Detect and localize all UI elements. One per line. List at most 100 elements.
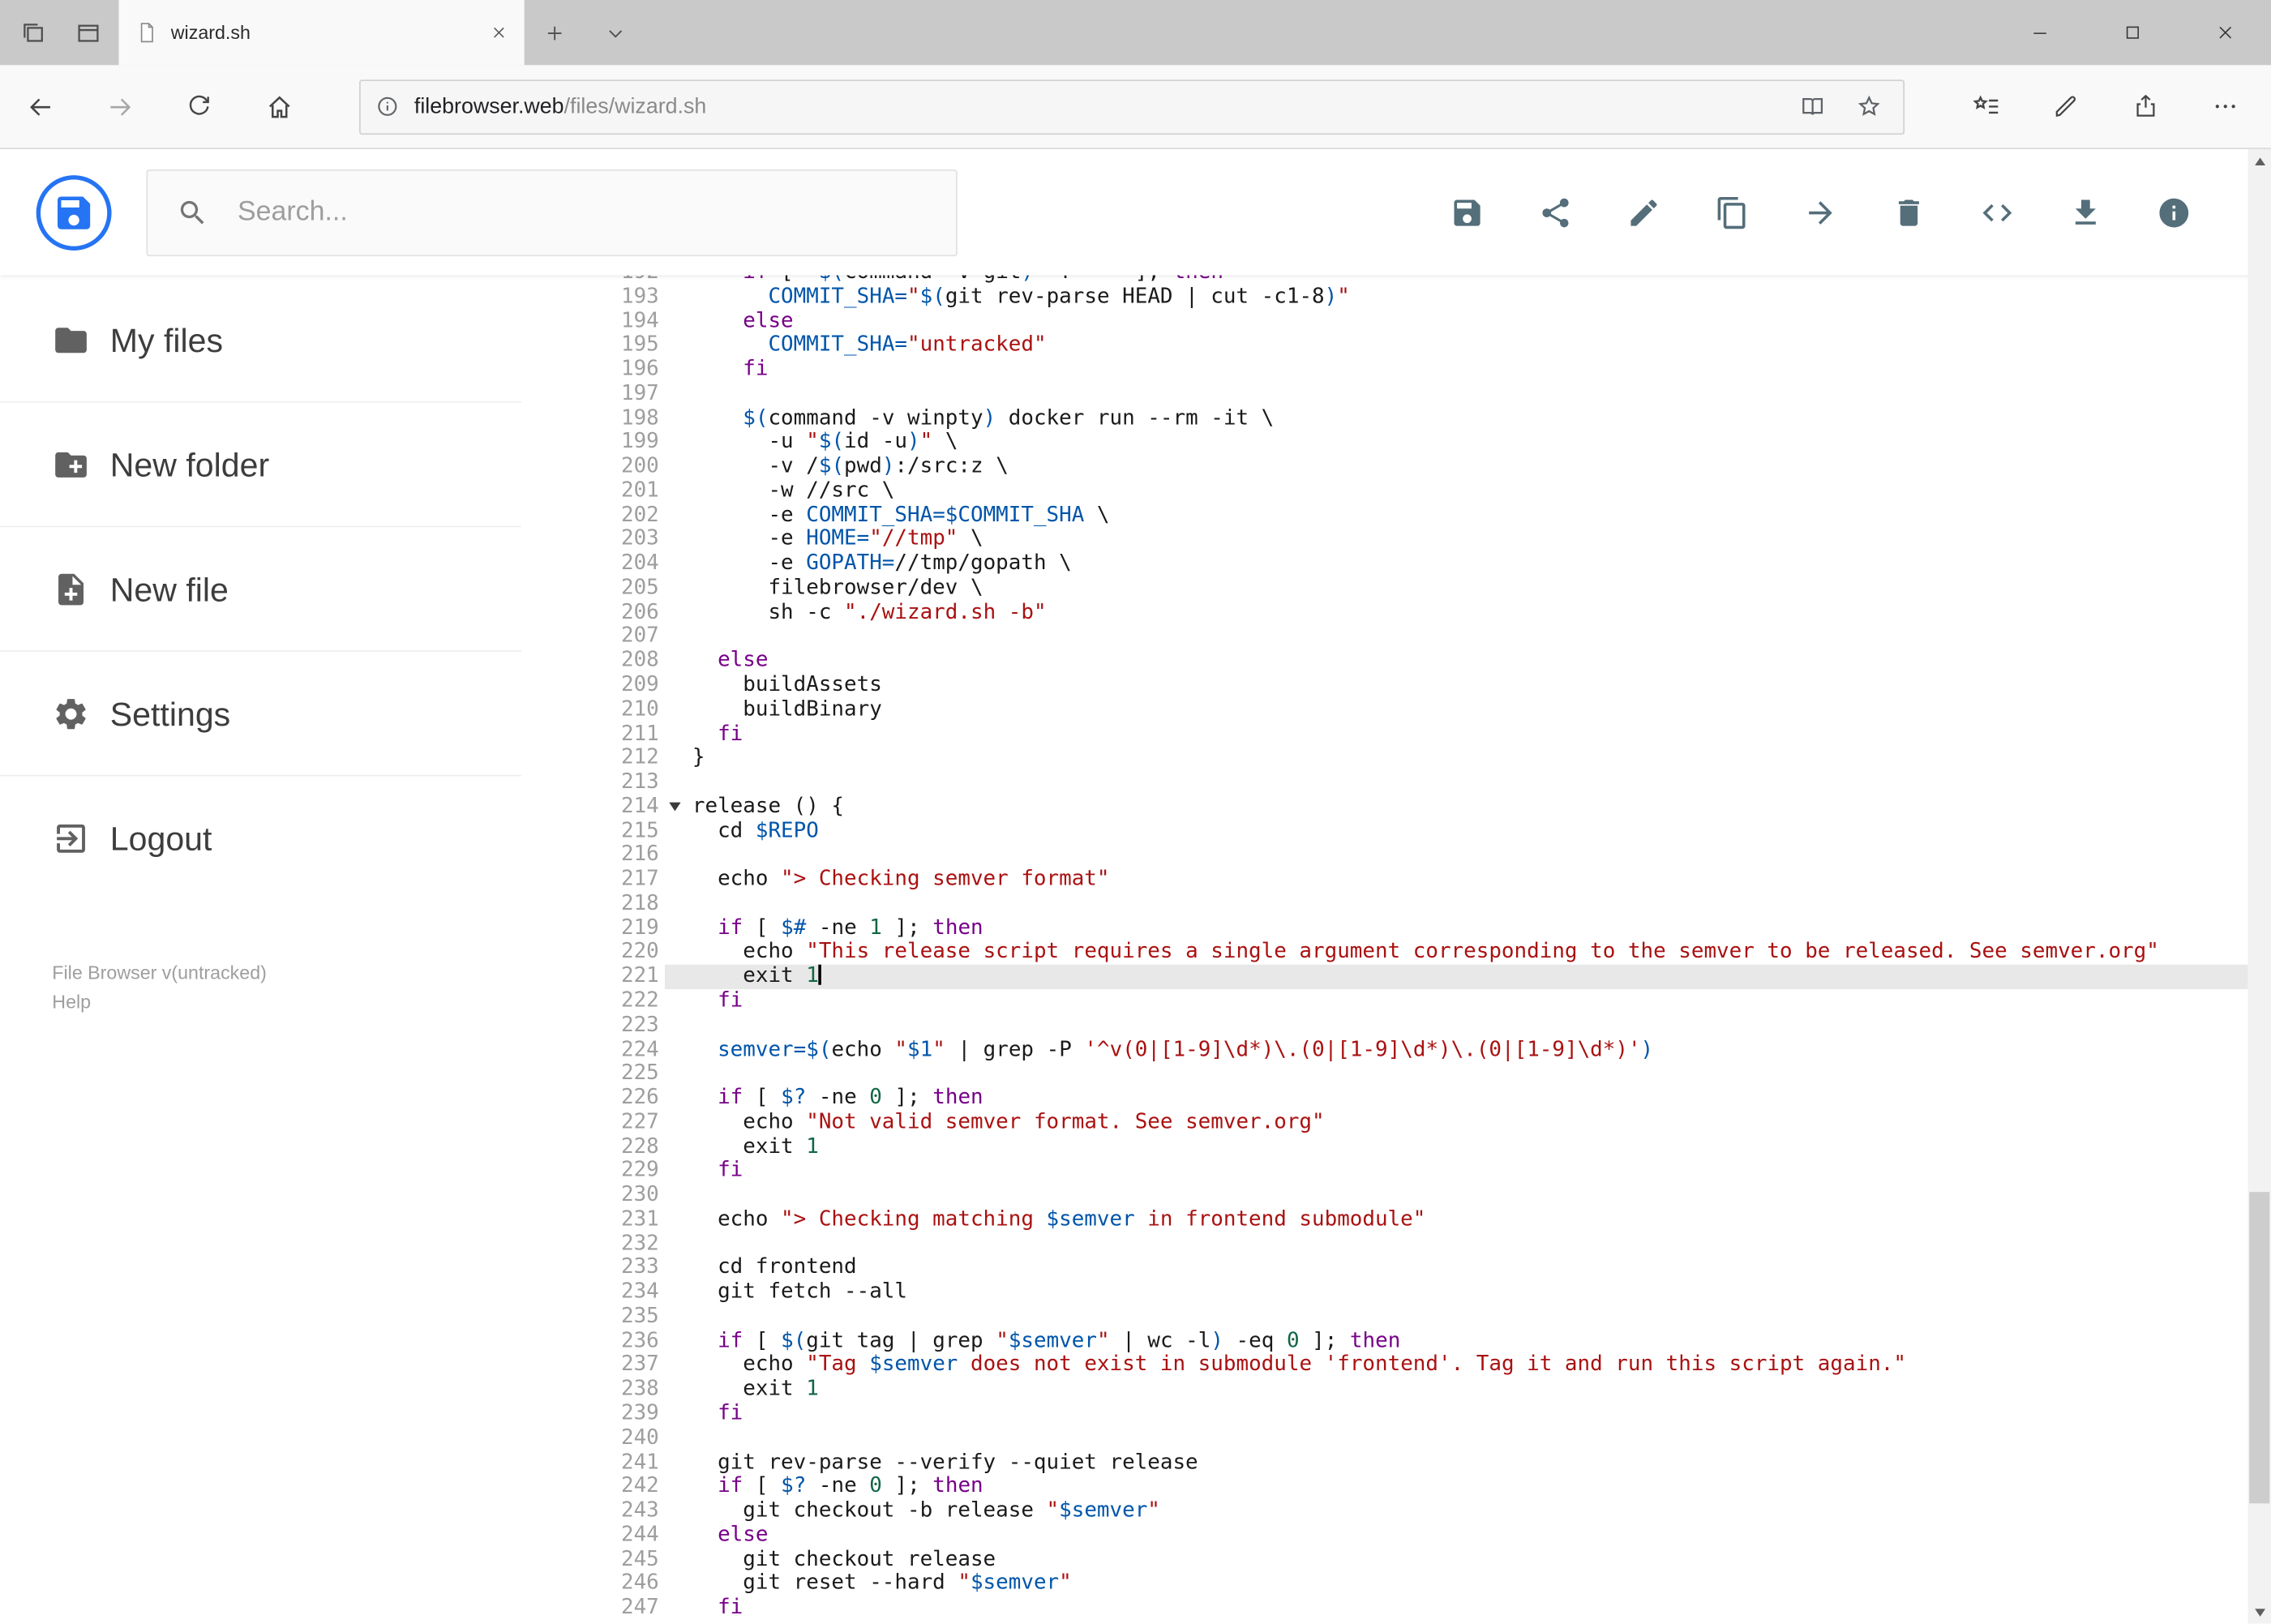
code-line-214[interactable]: 214 release () { bbox=[585, 795, 2248, 819]
code-line-220[interactable]: 220 echo "This release script requires a… bbox=[585, 941, 2248, 965]
code-line-232[interactable]: 232 bbox=[585, 1232, 2248, 1257]
code-line-196[interactable]: 196 fi bbox=[585, 358, 2248, 382]
code-line-225[interactable]: 225 bbox=[585, 1062, 2248, 1086]
refresh-button[interactable] bbox=[159, 65, 238, 148]
code-line-239[interactable]: 239 fi bbox=[585, 1402, 2248, 1426]
code-line-211[interactable]: 211 fi bbox=[585, 722, 2248, 747]
sidebar-item-my-files[interactable]: My files bbox=[0, 278, 585, 403]
code-line-194[interactable]: 194 else bbox=[585, 309, 2248, 333]
web-note-pen-icon[interactable] bbox=[2026, 65, 2106, 148]
tab-close-icon[interactable] bbox=[491, 24, 508, 41]
code-line-228[interactable]: 228 exit 1 bbox=[585, 1135, 2248, 1159]
code-line-237[interactable]: 237 echo "Tag $semver does not exist in … bbox=[585, 1353, 2248, 1378]
info-button[interactable] bbox=[2157, 195, 2192, 229]
code-line-201[interactable]: 201 -w //src \ bbox=[585, 479, 2248, 503]
code-line-222[interactable]: 222 fi bbox=[585, 989, 2248, 1013]
help-link[interactable]: Help bbox=[52, 988, 585, 1017]
site-info-icon[interactable] bbox=[375, 94, 400, 118]
edit-button[interactable] bbox=[1626, 195, 1661, 229]
code-line-229[interactable]: 229 fi bbox=[585, 1159, 2248, 1184]
code-line-208[interactable]: 208 else bbox=[585, 649, 2248, 674]
search-input[interactable] bbox=[237, 196, 928, 229]
code-line-192[interactable]: 192 if [ "$(command -v git)" != "" ]; th… bbox=[585, 275, 2248, 285]
vertical-scrollbar[interactable] bbox=[2247, 148, 2271, 1624]
code-line-234[interactable]: 234 git fetch --all bbox=[585, 1280, 2248, 1305]
code-line-198[interactable]: 198 $(command -v winpty) docker run --rm… bbox=[585, 406, 2248, 431]
sidebar-item-new-folder[interactable]: New folder bbox=[0, 403, 585, 528]
delete-button[interactable] bbox=[1892, 195, 1926, 229]
code-button[interactable] bbox=[1980, 195, 2015, 229]
sidebar-item-logout[interactable]: Logout bbox=[0, 776, 585, 901]
code-line-200[interactable]: 200 -v /$(pwd):/src:z \ bbox=[585, 455, 2248, 479]
sidebar-item-new-file[interactable]: New file bbox=[0, 527, 585, 652]
code-line-247[interactable]: 247 fi bbox=[585, 1596, 2248, 1621]
code-line-207[interactable]: 207 bbox=[585, 625, 2248, 649]
code-line-242[interactable]: 242 if [ $? -ne 0 ]; then bbox=[585, 1475, 2248, 1499]
code-line-215[interactable]: 215 cd $REPO bbox=[585, 819, 2248, 843]
share-button[interactable] bbox=[1538, 195, 1573, 229]
code-line-238[interactable]: 238 exit 1 bbox=[585, 1378, 2248, 1402]
reading-view-icon[interactable] bbox=[1799, 92, 1827, 120]
code-line-219[interactable]: 219 if [ $# -ne 1 ]; then bbox=[585, 916, 2248, 941]
code-line-230[interactable]: 230 bbox=[585, 1184, 2248, 1208]
code-line-240[interactable]: 240 bbox=[585, 1426, 2248, 1450]
code-line-233[interactable]: 233 cd frontend bbox=[585, 1256, 2248, 1280]
code-line-224[interactable]: 224 semver=$(echo "$1" | grep -P '^v(0|[… bbox=[585, 1038, 2248, 1062]
code-line-218[interactable]: 218 bbox=[585, 892, 2248, 916]
code-line-231[interactable]: 231 echo "> Checking matching $semver in… bbox=[585, 1208, 2248, 1232]
minimize-button[interactable] bbox=[1993, 0, 2085, 65]
filebrowser-logo[interactable] bbox=[36, 174, 112, 251]
code-line-202[interactable]: 202 -e COMMIT_SHA=$COMMIT_SHA \ bbox=[585, 503, 2248, 528]
code-line-205[interactable]: 205 filebrowser/dev \ bbox=[585, 576, 2248, 601]
scroll-up-icon[interactable] bbox=[2247, 149, 2271, 173]
tabs-dropdown-icon[interactable] bbox=[585, 0, 646, 65]
code-line-199[interactable]: 199 -u "$(id -u)" \ bbox=[585, 431, 2248, 455]
code-editor[interactable]: 192 if [ "$(command -v git)" != "" ]; th… bbox=[585, 275, 2248, 1623]
tabs-set-aside-icon[interactable] bbox=[20, 19, 46, 45]
code-line-210[interactable]: 210 buildBinary bbox=[585, 698, 2248, 722]
code-line-195[interactable]: 195 COMMIT_SHA="untracked" bbox=[585, 333, 2248, 358]
code-line-216[interactable]: 216 bbox=[585, 843, 2248, 868]
code-line-204[interactable]: 204 -e GOPATH=//tmp/gopath \ bbox=[585, 552, 2248, 576]
code-line-193[interactable]: 193 COMMIT_SHA="$(git rev-parse HEAD | c… bbox=[585, 285, 2248, 309]
tab-preview-icon[interactable] bbox=[75, 19, 101, 45]
code-line-244[interactable]: 244 else bbox=[585, 1523, 2248, 1548]
code-line-213[interactable]: 213 bbox=[585, 770, 2248, 795]
forward-button[interactable] bbox=[79, 65, 159, 148]
scrollbar-thumb[interactable] bbox=[2249, 1192, 2270, 1504]
sidebar-item-settings[interactable]: Settings bbox=[0, 652, 585, 777]
maximize-button[interactable] bbox=[2085, 0, 2178, 65]
move-button[interactable] bbox=[1803, 195, 1838, 229]
download-button[interactable] bbox=[2068, 195, 2103, 229]
close-window-button[interactable] bbox=[2179, 0, 2271, 65]
back-button[interactable] bbox=[0, 65, 79, 148]
more-options-icon[interactable] bbox=[2186, 65, 2265, 148]
code-line-223[interactable]: 223 bbox=[585, 1013, 2248, 1038]
code-line-235[interactable]: 235 bbox=[585, 1305, 2248, 1329]
code-line-209[interactable]: 209 buildAssets bbox=[585, 674, 2248, 698]
code-line-197[interactable]: 197 bbox=[585, 382, 2248, 406]
fold-marker-icon[interactable] bbox=[669, 802, 681, 812]
code-line-241[interactable]: 241 git rev-parse --verify --quiet relea… bbox=[585, 1450, 2248, 1475]
code-line-226[interactable]: 226 if [ $? -ne 0 ]; then bbox=[585, 1086, 2248, 1111]
favorites-hub-icon[interactable] bbox=[1947, 65, 2026, 148]
copy-button[interactable] bbox=[1715, 195, 1750, 229]
favorite-star-icon[interactable] bbox=[1855, 92, 1883, 120]
code-line-236[interactable]: 236 if [ $(git tag | grep "$semver" | wc… bbox=[585, 1329, 2248, 1353]
scroll-down-icon[interactable] bbox=[2247, 1600, 2271, 1624]
home-button[interactable] bbox=[239, 65, 319, 148]
address-bar[interactable]: filebrowser.web/files/wizard.sh bbox=[359, 79, 1905, 135]
new-tab-button[interactable] bbox=[525, 0, 585, 65]
code-line-217[interactable]: 217 echo "> Checking semver format" bbox=[585, 868, 2248, 892]
code-line-246[interactable]: 246 git reset --hard "$semver" bbox=[585, 1572, 2248, 1596]
code-line-221[interactable]: 221 exit 1 bbox=[585, 965, 2248, 990]
code-line-212[interactable]: 212} bbox=[585, 747, 2248, 771]
save-button[interactable] bbox=[1450, 195, 1485, 229]
code-line-203[interactable]: 203 -e HOME="//tmp" \ bbox=[585, 528, 2248, 552]
share-page-icon[interactable] bbox=[2106, 65, 2185, 148]
browser-tab[interactable]: wizard.sh bbox=[118, 0, 525, 66]
search-bar[interactable] bbox=[146, 169, 958, 256]
code-line-243[interactable]: 243 git checkout -b release "$semver" bbox=[585, 1499, 2248, 1523]
code-line-206[interactable]: 206 sh -c "./wizard.sh -b" bbox=[585, 601, 2248, 625]
code-line-227[interactable]: 227 echo "Not valid semver format. See s… bbox=[585, 1111, 2248, 1135]
